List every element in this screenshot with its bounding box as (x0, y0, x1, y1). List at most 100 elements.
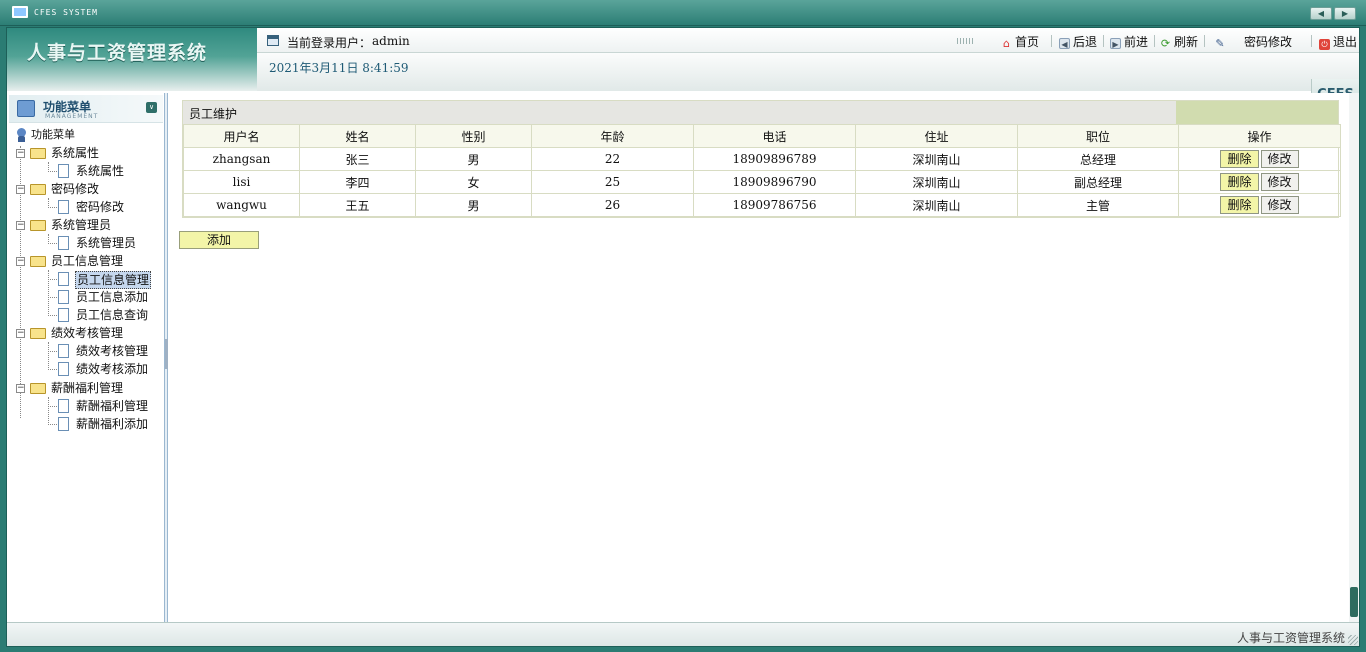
document-icon (58, 417, 69, 431)
tree-item-label: 绩效考核管理 (76, 344, 149, 358)
column-header: 电话 (693, 124, 856, 148)
monitor-icon (12, 6, 28, 18)
tree-item-performance-manage[interactable]: 绩效考核管理 (15, 342, 165, 360)
column-header: 操作 (1178, 124, 1341, 148)
nav-separator (1051, 35, 1052, 47)
back-arrow-icon: ◀ (1059, 38, 1070, 49)
modify-button[interactable]: 修改 (1260, 196, 1299, 214)
tree-item-password[interactable]: 密码修改 (15, 198, 165, 216)
cell-address: 深圳南山 (855, 147, 1018, 171)
tree-group-label: 绩效考核管理 (51, 326, 124, 340)
tree-item-performance-add[interactable]: 绩效考核添加 (15, 360, 165, 378)
document-icon (58, 236, 69, 250)
folder-icon (30, 220, 46, 231)
window-titlebar: CFES SYSTEM ◀ ▶ (0, 0, 1366, 26)
tree-group-admins[interactable]: − 系统管理员 (15, 216, 165, 234)
sidebar: 功能菜单 MANAGEMENT ∨ 功能菜单 − 系统属性 系统属性 − 密码修… (7, 93, 165, 622)
header-info: 2021年3月11日 8:41:59 CFES (257, 53, 1359, 110)
panel-title: 员工维护 (189, 107, 238, 121)
scroll-right-button[interactable]: ▶ (1334, 7, 1356, 20)
panel-header: 员工维护 (183, 101, 1338, 124)
tree-item-label-selected: 员工信息管理 (75, 271, 152, 289)
cell-actions: 删除 修改 (1178, 193, 1341, 217)
column-header: 姓名 (299, 124, 416, 148)
nav-separator (1311, 35, 1312, 47)
tree-item-employee-query[interactable]: 员工信息查询 (15, 306, 165, 324)
table-row: wangwu 王五 男 26 18909786756 深圳南山 主管 删除 修改 (183, 193, 1341, 217)
collapse-minus-icon[interactable]: − (16, 149, 25, 158)
document-icon (58, 362, 69, 376)
cell-name: 张三 (299, 147, 416, 171)
nav-password[interactable]: ✎ 密码修改 (1210, 33, 1292, 49)
tree-group-password[interactable]: − 密码修改 (15, 180, 165, 198)
modify-button[interactable]: 修改 (1260, 173, 1299, 191)
document-icon (58, 200, 69, 214)
cell-username: lisi (183, 170, 300, 194)
login-label: 当前登录用户： (287, 36, 372, 50)
nav-password-label: 密码修改 (1244, 35, 1293, 49)
nav-back[interactable]: ◀ 后退 (1059, 33, 1097, 49)
collapse-minus-icon[interactable]: − (16, 384, 25, 393)
main-content: 员工维护 用户名 姓名 性别 年龄 电话 住址 职位 操作 zhangsan 张… (169, 93, 1349, 622)
table-row: lisi 李四 女 25 18909896790 深圳南山 副总经理 删除 修改 (183, 170, 1341, 194)
collapse-minus-icon[interactable]: − (16, 257, 25, 266)
vertical-scrollbar[interactable] (1349, 93, 1359, 622)
sidebar-splitter[interactable] (165, 93, 168, 622)
nav-logout-label: 退出 (1333, 35, 1358, 49)
column-header: 职位 (1017, 124, 1179, 148)
cell-gender: 男 (415, 193, 532, 217)
tree-item-employee-manage[interactable]: 员工信息管理 (15, 270, 165, 289)
cell-position: 总经理 (1017, 147, 1179, 171)
cell-position: 副总经理 (1017, 170, 1179, 194)
document-icon (58, 344, 69, 358)
resize-grip-icon[interactable] (1348, 635, 1358, 645)
nav-logout[interactable]: ⏻ 退出 (1319, 33, 1358, 50)
column-header: 用户名 (183, 124, 300, 148)
document-icon (58, 272, 69, 286)
employee-table: 用户名 姓名 性别 年龄 电话 住址 职位 操作 zhangsan 张三 男 2… (183, 124, 1341, 217)
home-icon: ⌂ (1003, 37, 1010, 50)
nav-back-label: 后退 (1073, 35, 1098, 49)
tree-item-admins[interactable]: 系统管理员 (15, 234, 165, 252)
app-frame: 人事与工资管理系统 当前登录用户： admin ⌂ 首页 ◀ 后退 ▶ 前进 ⟳ 刷新 … (6, 27, 1360, 647)
forward-arrow-icon: ▶ (1110, 38, 1121, 49)
delete-button[interactable]: 删除 (1220, 196, 1259, 214)
cell-name: 王五 (299, 193, 416, 217)
document-icon (58, 399, 69, 413)
power-icon: ⏻ (1319, 39, 1330, 50)
scroll-left-button[interactable]: ◀ (1310, 7, 1332, 20)
cell-actions: 删除 修改 (1178, 147, 1341, 171)
tree-item-employee-add[interactable]: 员工信息添加 (15, 288, 165, 306)
cell-age: 26 (531, 193, 694, 217)
menu-board-icon (17, 100, 35, 117)
collapse-minus-icon[interactable]: − (16, 329, 25, 338)
tree-item-system-properties[interactable]: 系统属性 (15, 162, 165, 180)
nav-forward[interactable]: ▶ 前进 (1110, 33, 1148, 49)
user-icon-body (18, 136, 25, 142)
current-datetime: 2021年3月11日 8:41:59 (269, 61, 409, 75)
delete-button[interactable]: 删除 (1220, 150, 1259, 168)
add-button[interactable]: 添加 (179, 231, 259, 249)
tree-item-salary-add[interactable]: 薪酬福利添加 (15, 415, 165, 433)
tree-group-system-properties[interactable]: − 系统属性 (15, 144, 165, 162)
cell-phone: 18909896789 (693, 147, 856, 171)
scrollbar-thumb[interactable] (1350, 587, 1358, 617)
column-header: 年龄 (531, 124, 694, 148)
nav-home[interactable]: ⌂ 首页 (1001, 33, 1039, 49)
tree-group-label: 薪酬福利管理 (51, 381, 124, 395)
brand-title: 人事与工资管理系统 (27, 42, 208, 64)
collapse-minus-icon[interactable]: − (16, 185, 25, 194)
tree-group-performance[interactable]: − 绩效考核管理 (15, 324, 165, 342)
tree-item-salary-manage[interactable]: 薪酬福利管理 (15, 397, 165, 415)
collapse-minus-icon[interactable]: − (16, 221, 25, 230)
modify-button[interactable]: 修改 (1260, 150, 1299, 168)
delete-button[interactable]: 删除 (1220, 173, 1259, 191)
tree-item-label: 密码修改 (76, 200, 125, 214)
employee-panel: 员工维护 用户名 姓名 性别 年龄 电话 住址 职位 操作 zhangsan 张… (182, 100, 1341, 218)
tree-group-employees[interactable]: − 员工信息管理 (15, 252, 165, 270)
splitter-handle[interactable] (165, 339, 168, 369)
collapse-chevron-icon[interactable]: ∨ (146, 102, 157, 113)
tree-group-salary[interactable]: − 薪酬福利管理 (15, 379, 165, 397)
tree-item-label: 薪酬福利添加 (76, 417, 149, 431)
nav-refresh[interactable]: ⟳ 刷新 (1160, 33, 1198, 49)
